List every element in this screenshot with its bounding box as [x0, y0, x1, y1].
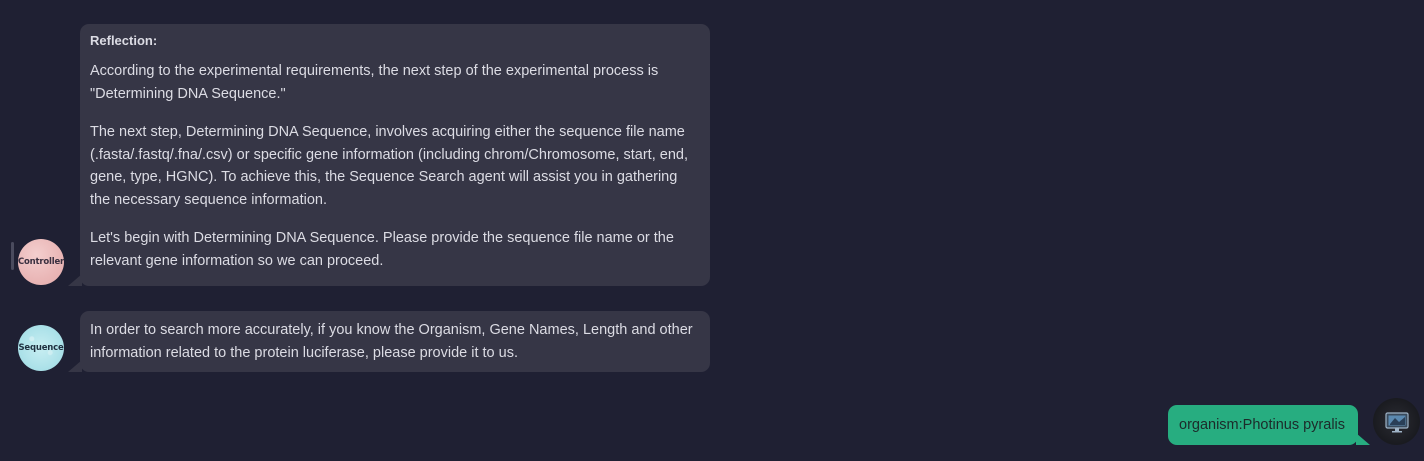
message-paragraph: Let's begin with Determining DNA Sequenc… [90, 230, 674, 269]
message-paragraph: In order to search more accurately, if y… [90, 322, 693, 361]
controller-message-bubble: Reflection: According to the experimenta… [80, 24, 710, 286]
chat-window: Controller Reflection: According to the … [0, 0, 1424, 461]
message-paragraph: The next step, Determining DNA Sequence,… [90, 124, 688, 208]
controller-avatar-label: Controller [18, 257, 65, 267]
user-message-bubble: organism:Photinus pyralis [1168, 405, 1358, 445]
user-avatar [1373, 398, 1420, 445]
sequence-avatar-label: Sequence [18, 343, 64, 353]
sequence-avatar: Sequence [18, 325, 64, 371]
message-marker [11, 242, 14, 270]
sequence-message-bubble: In order to search more accurately, if y… [80, 311, 710, 372]
user-message-text: organism:Photinus pyralis [1179, 417, 1346, 433]
monitor-icon [1384, 411, 1409, 432]
controller-avatar: Controller [18, 239, 64, 285]
message-paragraph: According to the experimental requiremen… [90, 63, 659, 102]
message-heading: Reflection: [90, 33, 158, 48]
